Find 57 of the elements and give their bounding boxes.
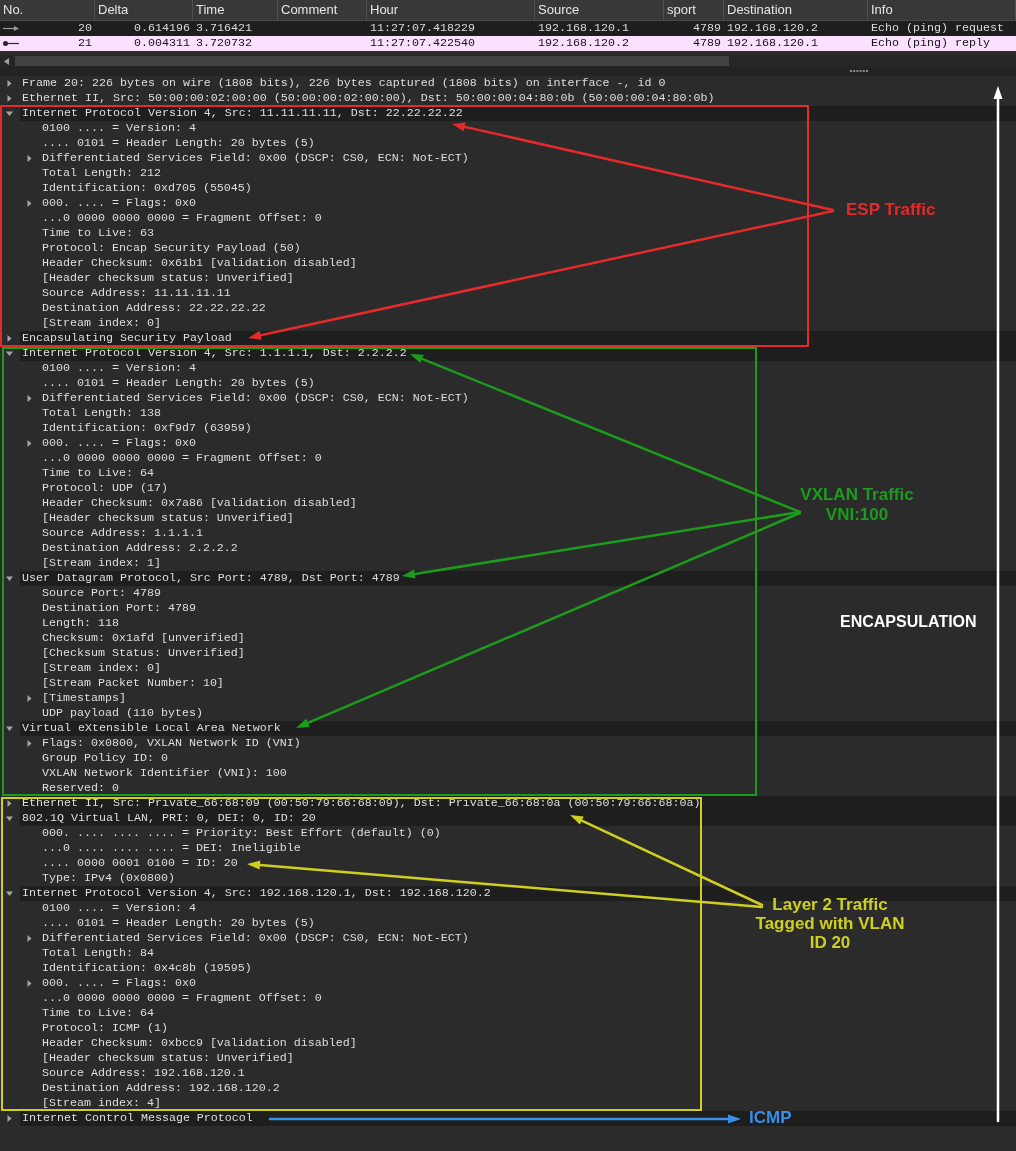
packet-row[interactable]: 20 0.614196 3.716421 11:27:07.418229 192.168.120.1 4789 192.168.120.2 Echo (ping) request — [0, 21, 1016, 36]
table-cell-text: Echo (ping) request — [871, 19, 1004, 37]
caret-down-icon[interactable] — [6, 110, 13, 117]
caret-down-icon[interactable] — [6, 350, 13, 357]
caret-right-icon[interactable] — [26, 155, 33, 162]
table-cell-text: 0.004311 — [134, 34, 190, 52]
caret-right-icon[interactable] — [6, 95, 13, 102]
packet-row[interactable]: 21 0.004311 3.720732 11:27:07.422540 192.168.120.2 4789 192.168.120.1 Echo (ping) reply — [0, 36, 1016, 51]
caret-right-icon[interactable] — [6, 335, 13, 342]
tree-item[interactable]: Ethernet II, Src: Private_66:68:09 (00:50:79:66:68:09), Dst: Private_66:68:0a (00:50:79:66:68:0a) — [20, 796, 1016, 811]
table-cell-text: Echo (ping) reply — [871, 34, 990, 52]
caret-right-icon[interactable] — [6, 1115, 13, 1122]
table-cell-text: 11:27:07.418229 — [370, 19, 475, 37]
scrollbar-thumb[interactable] — [15, 56, 729, 66]
caret-down-icon[interactable] — [6, 815, 13, 822]
column-header[interactable]: Destination — [724, 0, 868, 20]
table-cell-text: 3.720732 — [196, 34, 252, 52]
annotation-label: ENCAPSULATION — [840, 612, 977, 632]
column-header[interactable]: Time — [193, 0, 278, 20]
scroll-left-icon[interactable] — [4, 57, 9, 65]
column-header[interactable]: Info — [868, 0, 1016, 20]
caret-right-icon[interactable] — [26, 440, 33, 447]
table-cell-text: 3.716421 — [196, 19, 252, 37]
horizontal-scrollbar[interactable] — [0, 55, 1016, 67]
caret-down-icon[interactable] — [6, 725, 13, 732]
table-cell-text: 11:27:07.422540 — [370, 34, 475, 52]
column-header[interactable]: sport — [664, 0, 724, 20]
caret-right-icon[interactable] — [26, 395, 33, 402]
table-cell-text: 192.168.120.2 — [538, 34, 629, 52]
caret-right-icon[interactable] — [26, 200, 33, 207]
column-header[interactable]: Hour — [367, 0, 535, 20]
column-header[interactable]: No. — [0, 0, 95, 20]
caret-right-icon[interactable] — [26, 980, 33, 987]
annotation-label: ICMP — [749, 1108, 792, 1128]
tree-item[interactable]: Virtual eXtensible Local Area Network — [20, 721, 1016, 736]
column-header[interactable]: Comment — [278, 0, 367, 20]
table-cell-text: 192.168.120.2 — [727, 19, 818, 37]
table-cell-text: 192.168.120.1 — [538, 19, 629, 37]
caret-right-icon[interactable] — [6, 80, 13, 87]
table-cell-text: 4789 — [693, 34, 721, 52]
column-header[interactable]: Delta — [95, 0, 193, 20]
caret-down-icon[interactable] — [6, 890, 13, 897]
table-cell-text: 192.168.120.1 — [727, 34, 818, 52]
table-cell-text: 21 — [78, 34, 92, 52]
tree-item[interactable]: User Datagram Protocol, Src Port: 4789, Dst Port: 4789 — [20, 571, 1016, 586]
table-cell-text: 0.614196 — [134, 19, 190, 37]
table-cell-text: 20 — [78, 19, 92, 37]
caret-down-icon[interactable] — [6, 575, 13, 582]
tree-item[interactable]: 802.1Q Virtual LAN, PRI: 0, DEI: 0, ID: 20 — [20, 811, 1016, 826]
column-header[interactable]: Source — [535, 0, 664, 20]
annotation-label: VXLAN Traffic VNI:100 — [799, 485, 915, 525]
caret-right-icon[interactable] — [6, 800, 13, 807]
caret-right-icon[interactable] — [26, 935, 33, 942]
caret-right-icon[interactable] — [26, 740, 33, 747]
table-cell-text: 4789 — [693, 19, 721, 37]
caret-right-icon[interactable] — [26, 695, 33, 702]
annotation-label: ESP Traffic — [846, 200, 936, 220]
